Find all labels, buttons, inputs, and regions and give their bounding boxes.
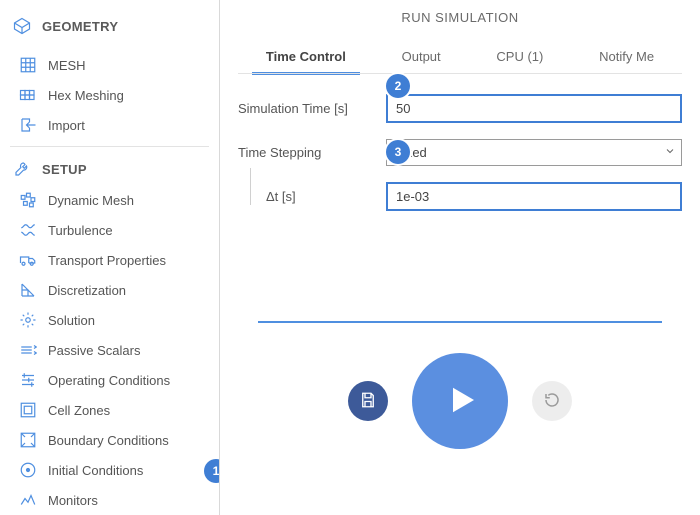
run-button[interactable] bbox=[412, 353, 508, 449]
setup-icon bbox=[12, 159, 32, 179]
input-dt[interactable] bbox=[386, 182, 682, 211]
sidebar-item-turbulence[interactable]: Turbulence bbox=[0, 215, 219, 245]
callout-badge-3: 3 bbox=[386, 140, 410, 164]
turbulence-icon bbox=[18, 220, 38, 240]
label-dt: Δt [s] bbox=[266, 189, 386, 204]
sidebar-item-label: Passive Scalars bbox=[48, 343, 140, 358]
sidebar-item-label: MESH bbox=[48, 58, 86, 73]
sidebar-item-label: Boundary Conditions bbox=[48, 433, 169, 448]
sidebar-item-label: Cell Zones bbox=[48, 403, 110, 418]
boundary-conditions-icon bbox=[18, 430, 38, 450]
reset-button[interactable] bbox=[532, 381, 572, 421]
sidebar-group-setup[interactable]: SETUP bbox=[0, 153, 219, 185]
sidebar-item-label: Import bbox=[48, 118, 85, 133]
label-time-stepping: Time Stepping bbox=[238, 145, 386, 160]
sidebar-item-label: Initial Conditions bbox=[48, 463, 143, 478]
sidebar-item-initial-conditions[interactable]: Initial Conditions bbox=[0, 455, 219, 485]
sidebar-item-label: Turbulence bbox=[48, 223, 113, 238]
tab-time-control[interactable]: Time Control bbox=[262, 43, 350, 74]
select-value: Fixed bbox=[387, 140, 659, 165]
monitors-icon bbox=[18, 490, 38, 510]
callout-badge-2: 2 bbox=[386, 74, 410, 98]
discretization-icon bbox=[18, 280, 38, 300]
sidebar-item-cell-zones[interactable]: Cell Zones bbox=[0, 395, 219, 425]
sidebar-item-label: Monitors bbox=[48, 493, 98, 508]
sidebar-item-passive-scalars[interactable]: Passive Scalars bbox=[0, 335, 219, 365]
cell-zones-icon bbox=[18, 400, 38, 420]
transport-icon bbox=[18, 250, 38, 270]
tabs: Time Control Output CPU (1) Notify Me bbox=[238, 43, 682, 74]
sidebar-item-label: Transport Properties bbox=[48, 253, 166, 268]
input-simulation-time[interactable] bbox=[386, 94, 682, 123]
sidebar-item-label: Discretization bbox=[48, 283, 126, 298]
sidebar-item-solution[interactable]: Solution bbox=[0, 305, 219, 335]
section-divider bbox=[258, 321, 662, 323]
sidebar-item-dynamic-mesh[interactable]: Dynamic Mesh bbox=[0, 185, 219, 215]
sidebar-item-label: Operating Conditions bbox=[48, 373, 170, 388]
sidebar-item-transport-properties[interactable]: Transport Properties bbox=[0, 245, 219, 275]
sidebar-item-hex-meshing[interactable]: Hex Meshing bbox=[0, 80, 219, 110]
chevron-down-icon bbox=[659, 145, 681, 160]
sidebar-item-label: Dynamic Mesh bbox=[48, 193, 134, 208]
mesh-icon bbox=[18, 55, 38, 75]
sidebar-item-boundary-conditions[interactable]: Boundary Conditions bbox=[0, 425, 219, 455]
tab-cpu[interactable]: CPU (1) bbox=[492, 43, 547, 74]
run-controls bbox=[238, 353, 682, 449]
sidebar-group-label: GEOMETRY bbox=[42, 19, 118, 34]
sidebar: GEOMETRY MESH Hex Meshing Import bbox=[0, 0, 220, 515]
divider bbox=[10, 146, 209, 147]
sidebar-item-import[interactable]: Import bbox=[0, 110, 219, 140]
sidebar-item-label: Solution bbox=[48, 313, 95, 328]
sidebar-group-label: SETUP bbox=[42, 162, 87, 177]
select-time-stepping[interactable]: Fixed bbox=[386, 139, 682, 166]
passive-scalars-icon bbox=[18, 340, 38, 360]
operating-conditions-icon bbox=[18, 370, 38, 390]
refresh-icon bbox=[543, 391, 561, 412]
label-simulation-time: Simulation Time [s] bbox=[238, 101, 386, 116]
main-panel: RUN SIMULATION Time Control Output CPU (… bbox=[220, 0, 700, 515]
tab-output[interactable]: Output bbox=[398, 43, 445, 74]
sidebar-item-operating-conditions[interactable]: Operating Conditions bbox=[0, 365, 219, 395]
save-button[interactable] bbox=[348, 381, 388, 421]
dynamic-mesh-icon bbox=[18, 190, 38, 210]
sidebar-item-monitors[interactable]: Monitors bbox=[0, 485, 219, 515]
tab-notify-me[interactable]: Notify Me bbox=[595, 43, 658, 74]
geometry-icon bbox=[12, 16, 32, 36]
play-icon bbox=[439, 379, 481, 424]
save-icon bbox=[359, 391, 377, 412]
import-icon bbox=[18, 115, 38, 135]
sidebar-item-discretization[interactable]: Discretization bbox=[0, 275, 219, 305]
sidebar-group-geometry[interactable]: GEOMETRY bbox=[0, 10, 219, 42]
solution-icon bbox=[18, 310, 38, 330]
initial-conditions-icon bbox=[18, 460, 38, 480]
sidebar-item-label: Hex Meshing bbox=[48, 88, 124, 103]
page-title: RUN SIMULATION bbox=[238, 10, 682, 25]
hex-meshing-icon bbox=[18, 85, 38, 105]
sidebar-item-mesh[interactable]: MESH bbox=[0, 50, 219, 80]
